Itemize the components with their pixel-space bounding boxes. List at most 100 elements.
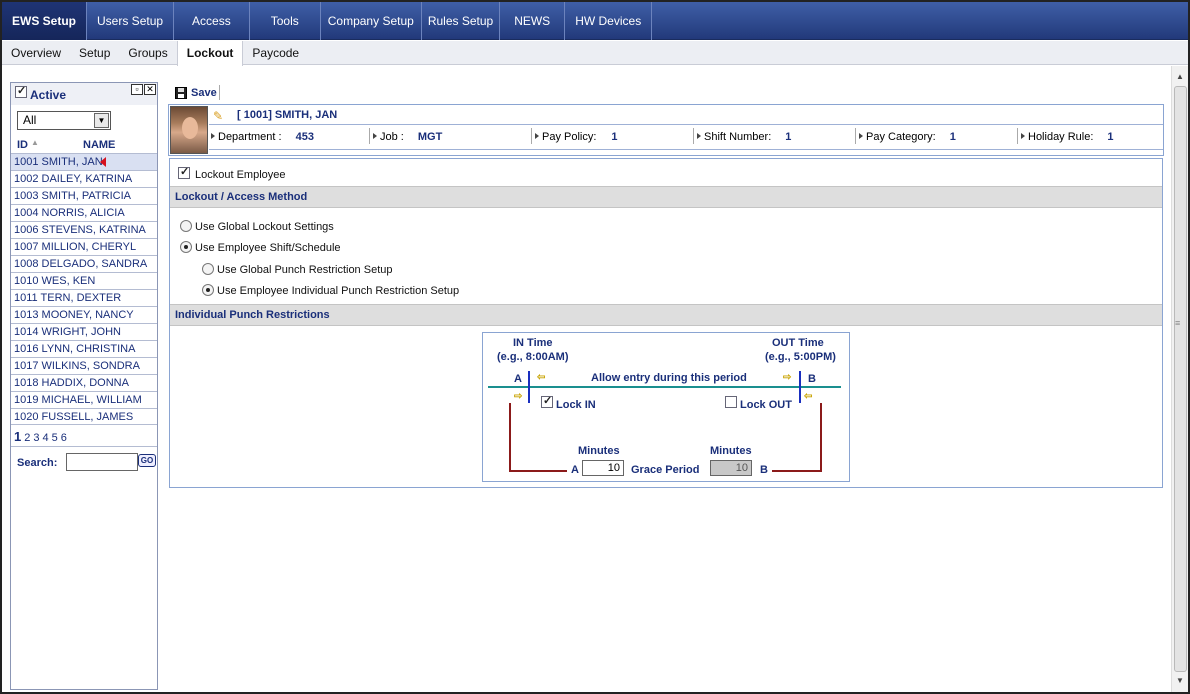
divider [11,446,157,447]
employee-row[interactable]: 1016 LYNN, CHRISTINA [11,340,157,357]
divider [369,128,370,144]
pencil-icon[interactable]: ✎ [213,109,223,123]
divider [209,124,1163,125]
radio-employee-shift[interactable] [180,241,192,253]
save-button[interactable]: Save [175,85,217,101]
topnav-users-setup[interactable]: Users Setup [87,2,175,40]
employee-info-strip: Department : 453 Job : MGT Pay Policy: 1 Sh… [209,128,1163,145]
radio-global-lockout[interactable] [180,220,192,232]
topnav-tools[interactable]: Tools [250,2,321,40]
topnav-news[interactable]: NEWS [500,2,566,40]
page-link[interactable]: 1 [14,429,21,444]
employee-row[interactable]: 1011 TERN, DEXTER [11,289,157,306]
toolbar-divider [219,85,220,100]
employee-row[interactable]: 1014 WRIGHT, JOHN [11,323,157,340]
topnav-ews-setup[interactable]: EWS Setup [2,2,88,40]
topnav-rules-setup[interactable]: Rules Setup [422,2,501,40]
employee-row[interactable]: 1004 NORRIS, ALICIA [11,204,157,221]
info-pay-policy: Pay Policy: 1 [531,128,618,144]
column-name[interactable]: NAME [83,139,115,151]
list-column-headers: ID ▲ NAME [11,138,157,152]
holiday-rule-label: Holiday Rule: [1028,131,1094,143]
divider [209,149,1163,150]
tab-overview[interactable]: Overview [2,41,70,65]
arrow-left-icon: ⇦ [804,391,813,402]
point-a-label: A [514,373,522,385]
tab-paycode[interactable]: Paycode [243,41,308,65]
employee-row[interactable]: 1006 STEVENS, KATRINA [11,221,157,238]
lockout-employee-label: Lockout Employee [195,169,286,181]
employee-list: 1001 SMITH, JAN 1002 DAILEY, KATRINA 100… [11,153,157,425]
page-link[interactable]: 2 [24,432,30,444]
page-link[interactable]: 4 [42,432,48,444]
info-pay-category: Pay Category: 1 [855,128,956,144]
employee-row[interactable]: 1013 MOONEY, NANCY [11,306,157,323]
pay-policy-value: 1 [611,131,618,143]
grace-in-minutes-input[interactable]: 10 [582,460,624,476]
employee-row[interactable]: 1017 WILKINS, SONDRA [11,357,157,374]
individual-punch-label: Use Employee Individual Punch Restrictio… [217,285,460,297]
employee-row-label: 1007 MILLION, CHERYL [14,241,137,253]
caret-right-icon [373,133,377,139]
employee-row[interactable]: 1010 WES, KEN [11,272,157,289]
employee-row[interactable]: 1018 HADDIX, DONNA [11,374,157,391]
chevron-down-icon[interactable]: ▼ [94,113,109,128]
arrow-right-icon: ⇨ [783,372,792,383]
floppy-icon [175,87,187,99]
page-link[interactable]: 6 [61,432,67,444]
topnav-company-setup[interactable]: Company Setup [321,2,422,40]
bracket-left-vertical [509,403,511,471]
page-link[interactable]: 5 [52,432,58,444]
employee-row[interactable]: 1002 DAILEY, KATRINA [11,170,157,187]
scrollbar-thumb[interactable] [1174,86,1187,672]
employee-row[interactable]: 1019 MICHAEL, WILLIAM [11,391,157,408]
tab-lockout[interactable]: Lockout [176,41,244,66]
active-checkbox[interactable] [15,84,27,98]
sub-nav: Overview Setup Groups Lockout Paycode [2,41,1188,66]
page-link[interactable]: 3 [33,432,39,444]
holiday-rule-value: 1 [1107,131,1114,143]
tab-setup[interactable]: Setup [70,41,119,65]
job-value: MGT [417,131,443,143]
minutes-in-label: Minutes [578,445,620,457]
search-input[interactable] [66,453,138,471]
filter-select[interactable]: All ▼ [17,111,111,130]
lockout-employee-checkbox[interactable] [178,165,190,179]
info-shift-number: Shift Number: 1 [693,128,791,144]
divider [693,128,694,144]
scroll-up-icon[interactable]: ▲ [1176,72,1184,81]
topnav-hw-devices[interactable]: HW Devices [565,2,653,40]
bracket-right-horizontal [772,470,822,472]
tab-groups[interactable]: Groups [119,41,176,65]
radio-individual-punch[interactable] [202,284,214,296]
close-icon[interactable]: ✕ [144,84,156,95]
employee-row[interactable]: 1001 SMITH, JAN [11,153,157,170]
employee-row[interactable]: 1003 SMITH, PATRICIA [11,187,157,204]
pin-icon[interactable]: ▫ [131,84,143,95]
scroll-down-icon[interactable]: ▼ [1176,676,1184,685]
caret-right-icon [697,133,701,139]
grace-point-a: A [571,464,579,476]
sort-asc-icon: ▲ [31,138,39,147]
divider [1017,128,1018,144]
out-time-example: (e.g., 5:00PM) [765,351,836,363]
vertical-scrollbar[interactable]: ▲ ≡ ▼ [1171,66,1188,692]
employee-row-label: 1017 WILKINS, SONDRA [14,360,140,372]
go-button[interactable]: GO [138,454,156,467]
shift-number-label: Shift Number: [704,131,772,143]
employee-row[interactable]: 1007 MILLION, CHERYL [11,238,157,255]
employee-row-label: 1011 TERN, DEXTER [14,292,122,304]
employee-row-label: 1018 HADDIX, DONNA [14,377,129,389]
employee-shift-label: Use Employee Shift/Schedule [195,242,341,254]
info-department: Department : 453 [211,131,314,143]
employee-row[interactable]: 1008 DELGADO, SANDRA [11,255,157,272]
column-id[interactable]: ID [17,139,28,151]
lock-in-checkbox[interactable] [541,394,553,408]
in-time-label: IN Time [513,337,553,349]
radio-global-punch[interactable] [202,263,214,275]
employee-row-label: 1001 SMITH, JAN [14,156,103,168]
lock-out-checkbox[interactable] [725,396,737,408]
employee-row[interactable]: 1020 FUSSELL, JAMES [11,408,157,425]
topnav-access[interactable]: Access [174,2,250,40]
punch-restriction-diagram: IN Time (e.g., 8:00AM) OUT Time (e.g., 5… [482,332,850,482]
